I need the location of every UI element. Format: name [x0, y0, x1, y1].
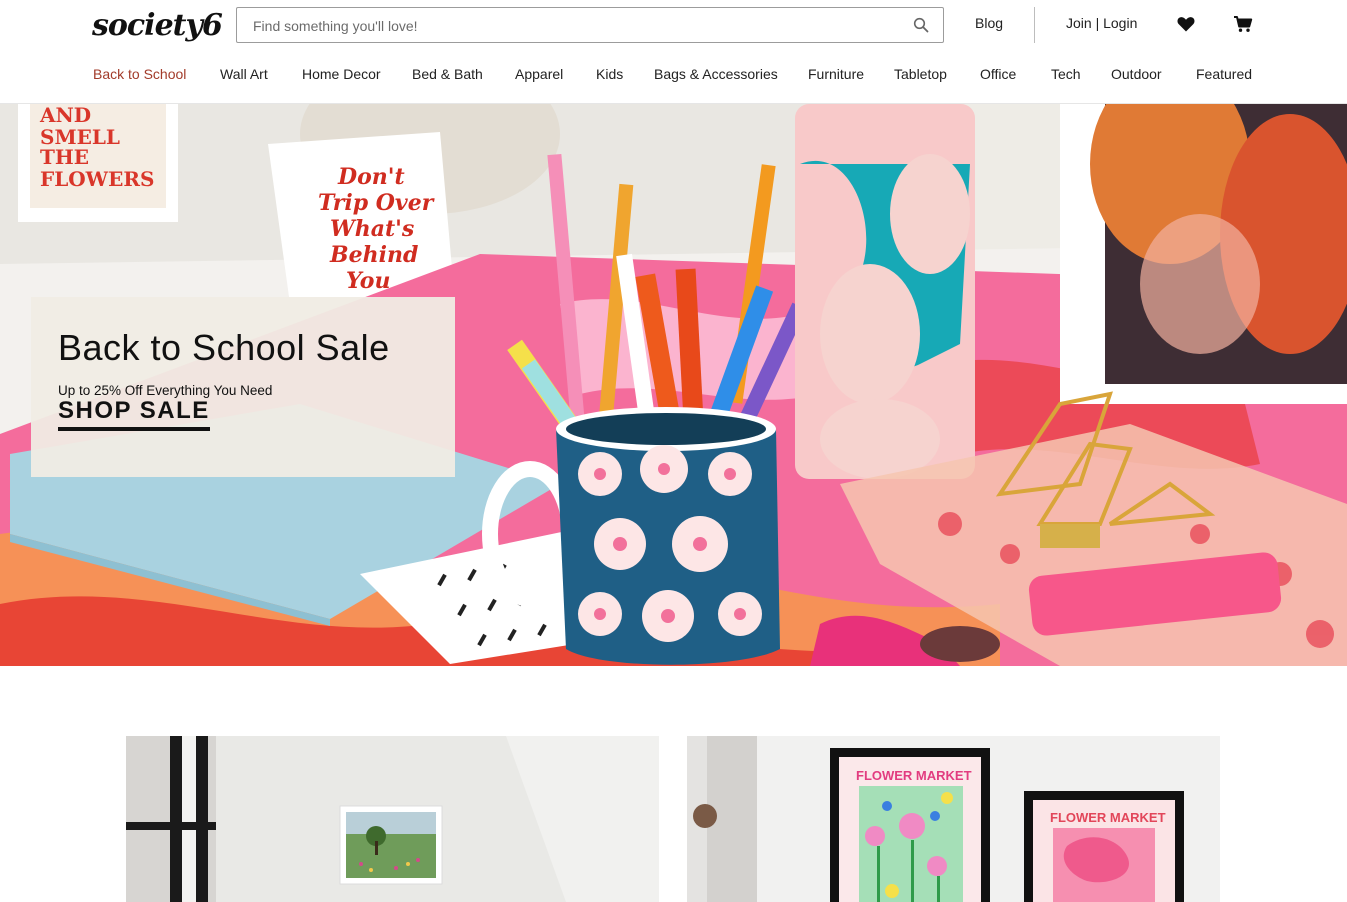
- card-text-line-4: Behind: [329, 242, 418, 268]
- nav-item-bags-accessories[interactable]: Bags & Accessories: [654, 66, 778, 82]
- card-text-line-2: Trip Over: [318, 190, 435, 216]
- promo-title: Back to School Sale: [58, 327, 390, 368]
- print-text-line-3: THE: [40, 145, 89, 169]
- heart-icon[interactable]: [1176, 14, 1196, 34]
- nav-item-furniture[interactable]: Furniture: [808, 66, 864, 82]
- promo-subtitle: Up to 25% Off Everything You Need: [58, 383, 273, 398]
- nav-item-tabletop[interactable]: Tabletop: [894, 66, 947, 82]
- framed-print-left: AND SMELL THE FLOWERS: [18, 104, 178, 222]
- tumbler: [795, 104, 975, 479]
- flower-market-image: FLOWER MARKET FLOWER MARKET: [687, 736, 1220, 902]
- hero-banner[interactable]: AND SMELL THE FLOWERS Don't Trip Over Wh…: [0, 104, 1347, 666]
- nav-item-bed-bath[interactable]: Bed & Bath: [412, 66, 483, 82]
- flower-market-label-1: FLOWER MARKET: [856, 768, 972, 783]
- card-text-line-3: What's: [330, 216, 414, 242]
- landscape-art-image: [126, 736, 659, 902]
- shop-sale-button[interactable]: SHOP SALE: [58, 397, 210, 431]
- promo-card: Back to School Sale Up to 25% Off Everyt…: [31, 297, 455, 477]
- search-icon[interactable]: [913, 17, 929, 33]
- print-text-line-4: FLOWERS: [40, 167, 154, 191]
- tile-flower-market-prints[interactable]: FLOWER MARKET FLOWER MARKET: [687, 736, 1220, 902]
- nav-item-office[interactable]: Office: [980, 66, 1016, 82]
- header-divider: [1034, 7, 1035, 43]
- nav-item-featured[interactable]: Featured: [1196, 66, 1252, 82]
- framed-print-right: [1060, 104, 1347, 404]
- flower-market-label-2: FLOWER MARKET: [1050, 810, 1166, 825]
- nav-item-outdoor[interactable]: Outdoor: [1111, 66, 1162, 82]
- cart-icon[interactable]: [1233, 14, 1253, 34]
- category-nav: Back to School Wall Art Home Decor Bed &…: [0, 66, 1347, 88]
- nav-item-home-decor[interactable]: Home Decor: [302, 66, 381, 82]
- print-text-line-1: AND: [39, 104, 91, 127]
- nav-item-kids[interactable]: Kids: [596, 66, 623, 82]
- site-header: society6 Blog Join | Login Back to Schoo…: [0, 0, 1347, 104]
- nav-item-tech[interactable]: Tech: [1051, 66, 1081, 82]
- search-bar[interactable]: [236, 7, 944, 44]
- blog-link[interactable]: Blog: [975, 15, 1003, 31]
- nav-item-wall-art[interactable]: Wall Art: [220, 66, 268, 82]
- society6-logo[interactable]: society6: [92, 8, 223, 43]
- nav-item-apparel[interactable]: Apparel: [515, 66, 563, 82]
- nav-item-back-to-school[interactable]: Back to School: [93, 66, 186, 82]
- join-login-link[interactable]: Join | Login: [1066, 15, 1137, 31]
- search-input[interactable]: [251, 8, 895, 44]
- tile-landscape-art[interactable]: [126, 736, 659, 902]
- card-text-line-1: Don't: [337, 164, 405, 190]
